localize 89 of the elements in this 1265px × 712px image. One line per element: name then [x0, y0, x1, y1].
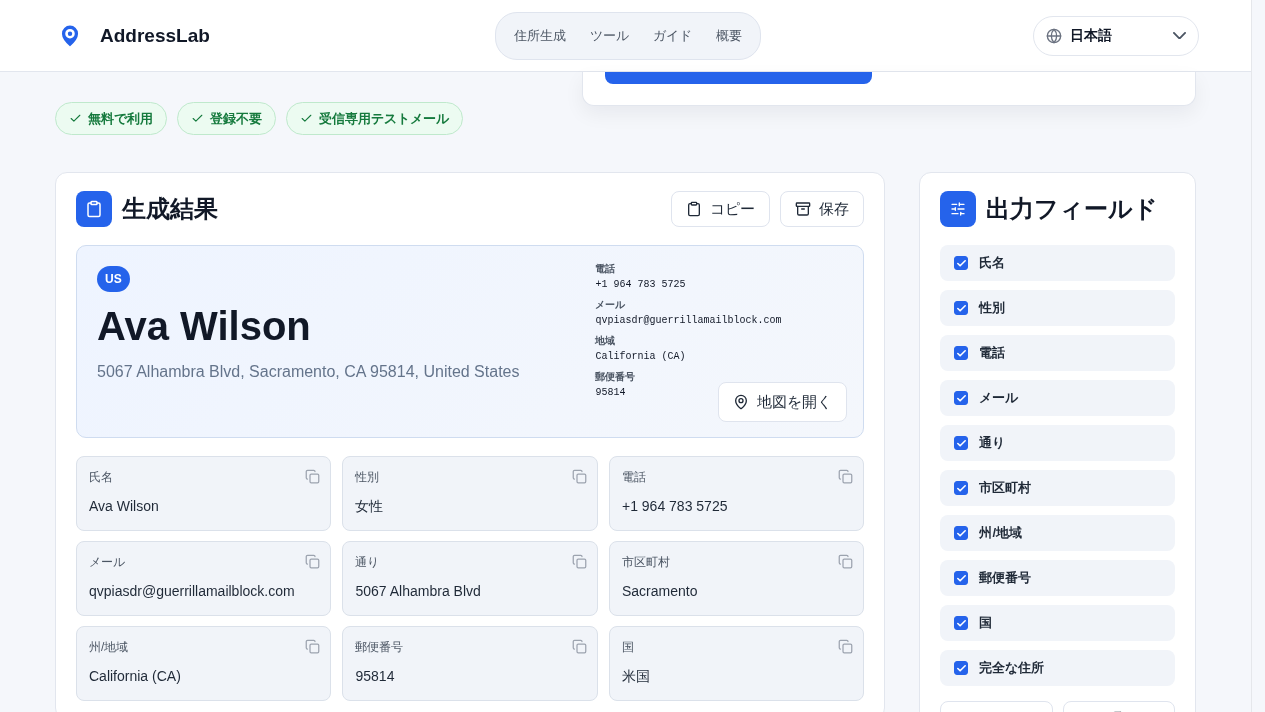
checkbox[interactable] — [954, 616, 969, 630]
nav-link[interactable]: 概要 — [705, 18, 752, 53]
option-label: 国 — [979, 614, 993, 632]
brand-name[interactable]: AddressLab — [100, 24, 210, 47]
feature-badge: 受信専用テストメール — [286, 102, 463, 135]
checkbox[interactable] — [954, 256, 969, 270]
field-option[interactable]: 完全な住所 — [940, 650, 1175, 686]
field-label: メール — [89, 554, 125, 571]
field-label: 性別 — [355, 469, 380, 486]
section-title: 生成結果 — [122, 194, 219, 224]
field-option[interactable]: 性別 — [940, 290, 1175, 326]
copy-icon[interactable] — [838, 469, 854, 484]
option-label: 完全な住所 — [979, 659, 1045, 677]
nav-link[interactable]: ガイド — [642, 18, 702, 53]
field-option[interactable]: メール — [940, 380, 1175, 416]
clipboard-icon — [686, 201, 703, 217]
copy-icon[interactable] — [838, 639, 854, 654]
detail-value: 95814 — [595, 387, 627, 398]
field-option[interactable]: 郵便番号 — [940, 560, 1175, 596]
option-label: 州/地域 — [979, 524, 1023, 542]
detail-value: qvpiasdr@guerrillamailblock.com — [595, 315, 783, 326]
person-name: Ava Wilson — [97, 304, 311, 349]
field-label: 氏名 — [89, 469, 113, 486]
copy-button[interactable]: コピー — [671, 191, 771, 227]
feature-badge: 無料で利用 — [55, 102, 167, 135]
copy-icon[interactable] — [571, 554, 587, 569]
copy-icon[interactable] — [571, 639, 587, 654]
field-value: Sacramento — [621, 583, 699, 599]
archive-icon — [795, 201, 812, 217]
field-label: 電話 — [621, 469, 646, 486]
field-value: +1 964 783 5725 — [621, 498, 729, 514]
detail-label: 電話 — [595, 262, 617, 276]
checkbox[interactable] — [954, 661, 969, 675]
copy-icon[interactable] — [305, 639, 321, 654]
nav-link[interactable]: ツール — [579, 18, 639, 53]
save-button[interactable]: 保存 — [780, 191, 865, 227]
field-value: California (CA) — [89, 668, 182, 684]
option-label: 通り — [979, 434, 1006, 452]
detail-value: +1 964 783 5725 — [595, 279, 687, 290]
detail-value: California (CA) — [595, 351, 687, 362]
copy-icon[interactable] — [838, 554, 854, 569]
field-option[interactable]: 市区町村 — [940, 470, 1175, 506]
field-value: Ava Wilson — [89, 498, 160, 514]
option-label: 性別 — [979, 299, 1006, 317]
full-address: 5067 Alhambra Blvd, Sacramento, CA 95814, United States — [97, 363, 520, 381]
field-option[interactable]: 氏名 — [940, 245, 1175, 281]
checkbox[interactable] — [954, 571, 969, 585]
field-value: 95814 — [355, 668, 396, 684]
field-value: qvpiasdr@guerrillamailblock.com — [89, 583, 296, 599]
option-label: 市区町村 — [979, 479, 1032, 497]
field-label: 州/地域 — [89, 639, 129, 656]
field-option[interactable]: 国 — [940, 605, 1175, 641]
section-title: 出力フィールド — [986, 194, 1160, 224]
copy-icon[interactable] — [305, 554, 321, 569]
option-label: 氏名 — [979, 254, 1006, 272]
option-label: 電話 — [979, 344, 1006, 362]
field-label: 国 — [621, 639, 634, 656]
detail-label: メール — [595, 298, 627, 312]
nav-link[interactable]: 住所生成 — [503, 18, 576, 53]
chevron-down-icon — [1173, 31, 1186, 40]
country-badge: US — [97, 266, 130, 292]
field-option[interactable]: 通り — [940, 425, 1175, 461]
field-label: 通り — [355, 554, 380, 571]
location-pin-icon — [733, 394, 750, 410]
option-label: 郵便番号 — [979, 569, 1032, 587]
globe-icon — [1046, 27, 1062, 44]
field-option[interactable]: 州/地域 — [940, 515, 1175, 551]
field-value: 米国 — [621, 668, 651, 686]
checkbox[interactable] — [954, 526, 969, 540]
open-map-button[interactable]: 地図を開く — [718, 382, 848, 422]
checkbox[interactable] — [954, 391, 969, 405]
field-label: 郵便番号 — [355, 639, 404, 656]
checkbox[interactable] — [954, 436, 969, 450]
detail-label: 郵便番号 — [595, 370, 637, 384]
field-label: 市区町村 — [621, 554, 670, 571]
feature-badge: 登録不要 — [177, 102, 276, 135]
clipboard-icon — [76, 191, 112, 227]
checkbox[interactable] — [954, 346, 969, 360]
sliders-icon — [940, 191, 977, 227]
field-value: 5067 Alhambra Blvd — [355, 583, 482, 599]
checkbox[interactable] — [954, 481, 969, 495]
language-select[interactable]: 日本語 — [1033, 15, 1199, 56]
checkbox[interactable] — [954, 301, 969, 315]
field-value: 女性 — [355, 498, 385, 516]
field-option[interactable]: 電話 — [940, 335, 1175, 371]
detail-label: 地域 — [595, 334, 617, 348]
copy-icon[interactable] — [305, 469, 321, 484]
copy-icon[interactable] — [571, 469, 587, 484]
option-label: メール — [979, 389, 1019, 407]
